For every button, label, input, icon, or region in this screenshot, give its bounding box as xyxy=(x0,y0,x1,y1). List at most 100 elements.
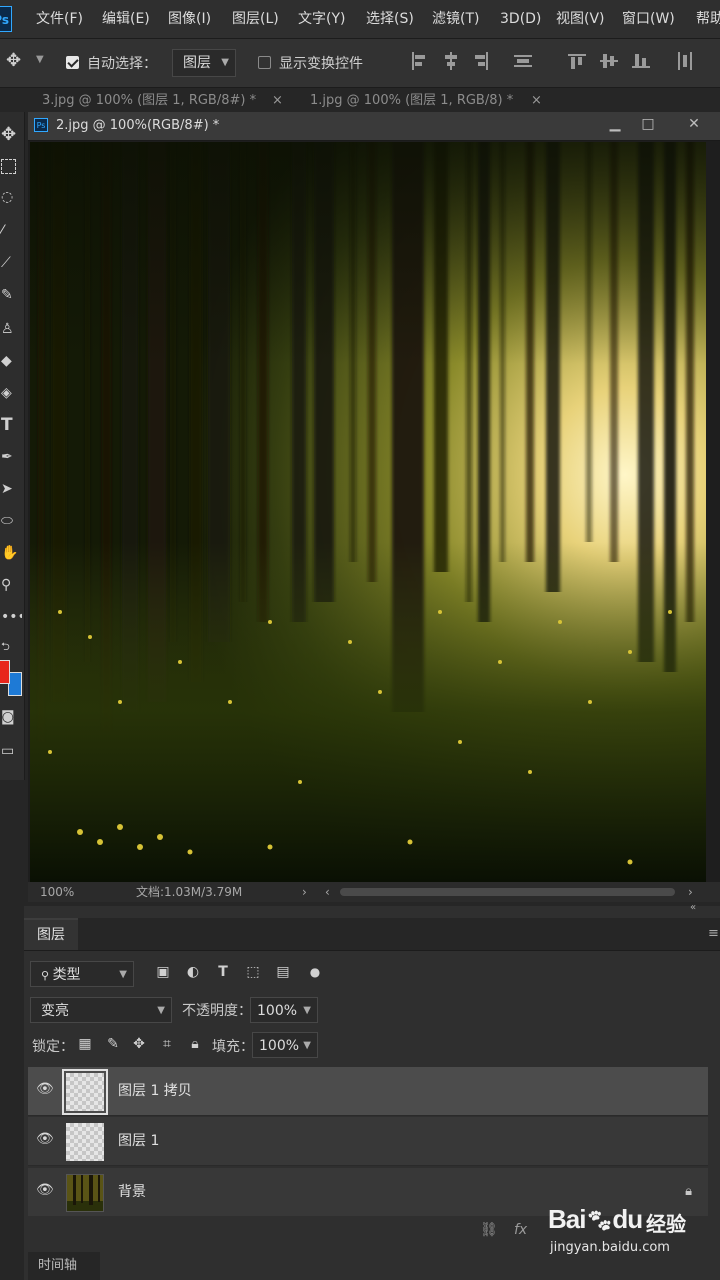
watermark-url: jingyan.baidu.com xyxy=(550,1240,670,1255)
stamp-icon[interactable]: ♙ xyxy=(0,318,22,340)
tab-3jpg-close-icon[interactable]: × xyxy=(272,88,283,114)
align-center-icon[interactable] xyxy=(442,52,460,70)
blend-mode-value: 变亮 xyxy=(41,1003,69,1019)
filter-toggle-icon[interactable]: ● xyxy=(306,963,324,981)
align-bottom-icon[interactable] xyxy=(632,52,650,70)
align-right-icon[interactable] xyxy=(472,52,490,70)
close-icon[interactable]: ✕ xyxy=(682,112,706,136)
align-top-icon[interactable] xyxy=(568,52,586,70)
menu-view[interactable]: 视图(V) xyxy=(556,0,605,38)
maximize-icon[interactable]: □ xyxy=(636,112,660,136)
align-left-icon[interactable] xyxy=(410,52,428,70)
menu-file[interactable]: 文件(F) xyxy=(36,0,83,38)
chevron-down-icon: ▼ xyxy=(303,1005,311,1016)
ellipse-icon[interactable]: ⬭ xyxy=(0,510,22,532)
move-icon[interactable]: ✥ xyxy=(0,124,22,146)
type-icon[interactable]: T xyxy=(0,414,22,436)
zoom-icon[interactable]: ⚲ xyxy=(0,574,22,596)
baidu-jingyan-watermark: Bai🐾︎du 经验 jingyan.baidu.com xyxy=(548,1198,718,1268)
show-transform-checkbox[interactable] xyxy=(258,56,271,69)
lock-transparent-icon[interactable]: ▦ xyxy=(76,1035,94,1053)
lock-pixels-icon[interactable]: ✎ xyxy=(104,1035,122,1053)
lasso-icon[interactable]: ◌ xyxy=(0,186,22,208)
menu-window[interactable]: 窗口(W) xyxy=(622,0,675,38)
eraser-icon[interactable]: ◆ xyxy=(0,350,22,372)
auto-select-target-dropdown[interactable]: 图层 ▼ xyxy=(172,49,236,77)
pen-icon[interactable]: ✒ xyxy=(0,446,22,468)
layer-row-layer1-copy[interactable]: 👁︎ 图层 1 拷贝 xyxy=(28,1067,708,1116)
layer-row-layer1[interactable]: 👁︎ 图层 1 xyxy=(28,1117,708,1166)
move-tool-icon[interactable]: ✥ xyxy=(6,50,21,71)
horizontal-scrollbar[interactable] xyxy=(340,888,675,896)
distribute-icon[interactable] xyxy=(514,52,532,70)
canvas-forest-image[interactable] xyxy=(30,142,706,882)
lock-position-icon[interactable]: ✥ xyxy=(130,1035,148,1053)
status-menu-chevron-icon[interactable]: › xyxy=(302,882,307,902)
minimize-icon[interactable]: ▁ xyxy=(603,112,627,136)
visibility-eye-icon[interactable]: 👁︎ xyxy=(36,1131,54,1147)
filter-shape-icon[interactable]: ⬚ xyxy=(244,963,262,981)
filter-type-icon[interactable]: T xyxy=(214,963,232,981)
layer-name[interactable]: 背景 xyxy=(118,1168,146,1216)
auto-select-checkbox[interactable] xyxy=(66,56,79,69)
opacity-field[interactable]: 100% ▼ xyxy=(250,997,318,1023)
collapse-panels-icon[interactable]: « xyxy=(690,902,696,913)
screen-mode-icon[interactable]: ▭ xyxy=(0,740,22,762)
hand-icon[interactable]: ✋ xyxy=(0,542,22,564)
align-middle-icon[interactable] xyxy=(600,52,618,70)
filter-smart-object-icon[interactable]: ▤ xyxy=(274,963,292,981)
distribute-horizontal-icon[interactable] xyxy=(676,52,694,70)
zoom-level[interactable]: 100% xyxy=(40,882,74,902)
background-color-swatch[interactable] xyxy=(8,672,22,696)
paint-bucket-icon[interactable]: ◈ xyxy=(0,382,22,404)
photoshop-logo-icon: Ps xyxy=(0,6,12,32)
menu-layer[interactable]: 图层(L) xyxy=(232,0,279,38)
marquee-icon[interactable] xyxy=(0,156,22,178)
show-transform-label: 显示变换控件 xyxy=(279,56,363,72)
layer-filter-dropdown[interactable]: ⚲ 类型 ▼ xyxy=(30,961,134,987)
menu-edit[interactable]: 编辑(E) xyxy=(102,0,150,38)
tab-timeline[interactable]: 时间轴 xyxy=(28,1252,100,1280)
tool-preset-chevron-icon[interactable]: ▼ xyxy=(36,54,44,65)
tab-1jpg-close-icon[interactable]: × xyxy=(531,88,542,114)
lock-artboard-icon[interactable]: ⌗ xyxy=(158,1035,176,1053)
layer-filter-value: 类型 xyxy=(52,967,81,983)
tab-layers[interactable]: 图层 xyxy=(24,918,78,950)
filter-pixel-icon[interactable]: ▣ xyxy=(154,963,172,981)
path-select-icon[interactable]: ➤ xyxy=(0,478,22,500)
quick-mask-icon[interactable]: ◙ xyxy=(0,706,22,728)
tab-3jpg[interactable]: 3.jpg @ 100% (图层 1, RGB/8#) * xyxy=(42,88,256,114)
panel-menu-icon[interactable]: ≡ xyxy=(708,926,719,941)
layer-name[interactable]: 图层 1 拷贝 xyxy=(118,1067,192,1115)
chevron-down-icon: ▼ xyxy=(221,57,229,68)
menu-select[interactable]: 选择(S) xyxy=(366,0,414,38)
scroll-right-icon[interactable]: › xyxy=(688,882,693,902)
swap-colors-icon[interactable]: ⮌ xyxy=(0,636,22,658)
menu-3d[interactable]: 3D(D) xyxy=(500,0,541,38)
fill-field[interactable]: 100% ▼ xyxy=(252,1032,318,1058)
watermark-brand-suffix: du xyxy=(612,1204,643,1234)
menu-type[interactable]: 文字(Y) xyxy=(298,0,345,38)
menu-filter[interactable]: 滤镜(T) xyxy=(432,0,479,38)
blend-mode-dropdown[interactable]: 变亮 ▼ xyxy=(30,997,172,1023)
lock-all-icon[interactable]: 🔒︎ xyxy=(186,1035,204,1053)
layer-name[interactable]: 图层 1 xyxy=(118,1117,159,1165)
filter-adjustment-icon[interactable]: ◐ xyxy=(184,963,202,981)
auto-select-target-value: 图层 xyxy=(183,55,211,71)
search-icon: ⚲ xyxy=(41,969,53,982)
chevron-down-icon: ▼ xyxy=(303,1040,311,1051)
menu-image[interactable]: 图像(I) xyxy=(168,0,211,38)
visibility-eye-icon[interactable]: 👁︎ xyxy=(36,1081,54,1097)
eyedropper-icon[interactable]: ⟋ xyxy=(0,252,22,274)
foreground-color-swatch[interactable] xyxy=(0,660,10,684)
tab-1jpg[interactable]: 1.jpg @ 100% (图层 1, RGB/8) * xyxy=(310,88,513,114)
more-icon[interactable]: ••• xyxy=(0,606,22,628)
brush-icon[interactable]: ✎ xyxy=(0,284,22,306)
ps-document-icon: Ps xyxy=(34,118,48,132)
layer-style-fx-icon[interactable]: fx xyxy=(514,1222,527,1238)
menu-help[interactable]: 帮助 xyxy=(696,0,720,38)
scroll-left-icon[interactable]: ‹ xyxy=(325,882,330,902)
visibility-eye-icon[interactable]: 👁︎ xyxy=(36,1182,54,1198)
link-layers-icon[interactable]: ⛓ xyxy=(480,1222,498,1238)
magic-wand-icon[interactable]: ⁄ xyxy=(0,220,22,242)
